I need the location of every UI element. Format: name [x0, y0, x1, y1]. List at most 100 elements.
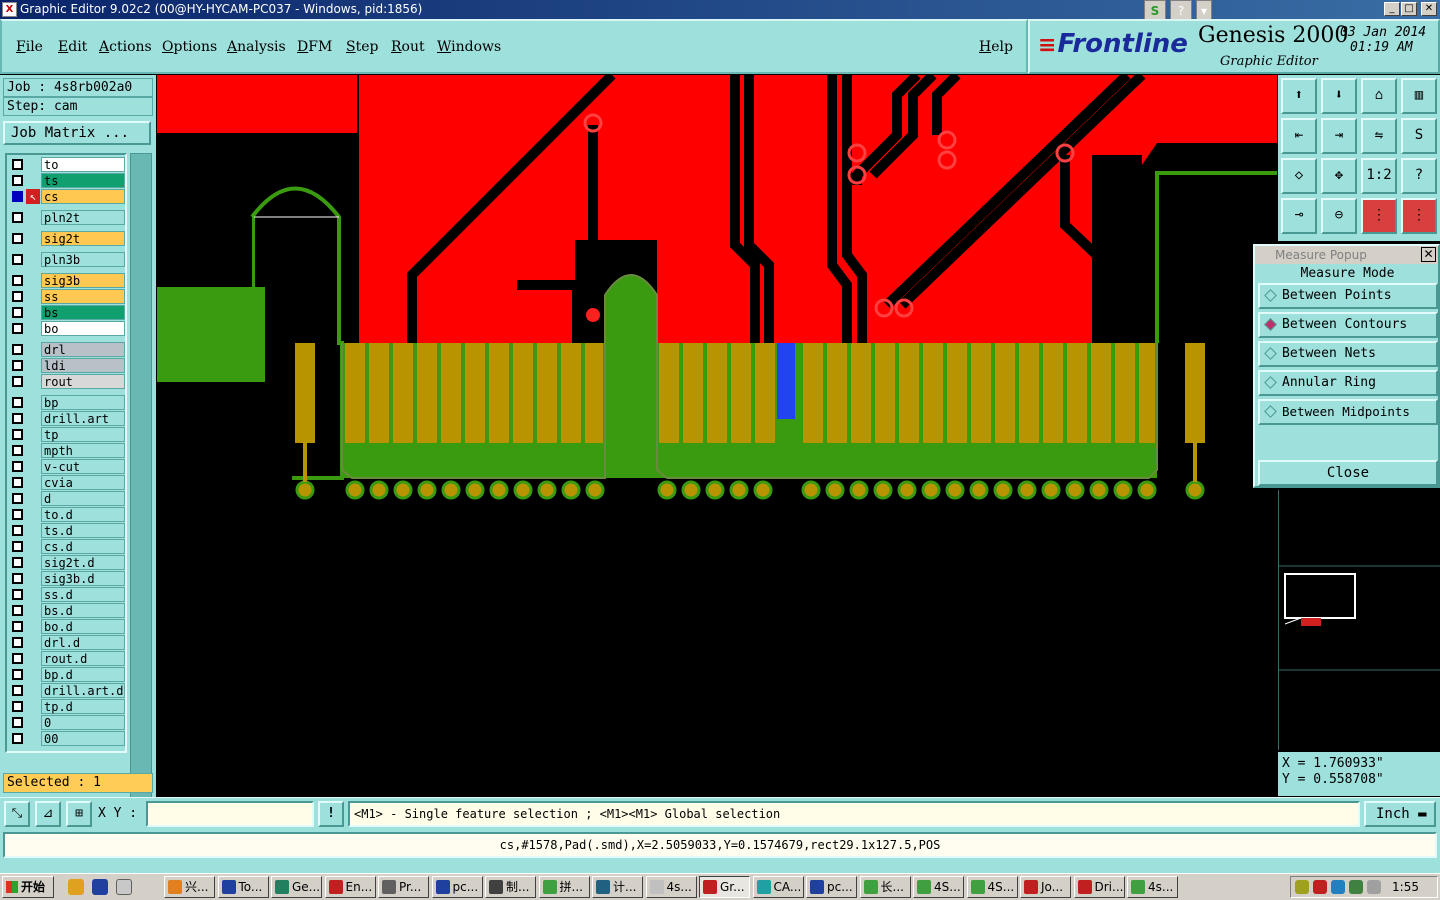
- layer-checkbox[interactable]: [12, 621, 23, 632]
- menu-windows[interactable]: Windows: [437, 39, 501, 55]
- layer-checkbox[interactable]: [12, 701, 23, 712]
- zoom-home-icon[interactable]: ⬆: [1281, 78, 1317, 114]
- layer-row[interactable]: mpth: [7, 443, 127, 458]
- layer-checkbox[interactable]: [12, 541, 23, 552]
- layer-checkbox[interactable]: [12, 397, 23, 408]
- layer-row[interactable]: ts: [7, 173, 127, 188]
- taskbar-app-button[interactable]: Pr...: [378, 876, 429, 898]
- taskbar-app-button[interactable]: 4S...: [966, 876, 1018, 898]
- close-window-button[interactable]: ✕: [1421, 2, 1437, 16]
- alert-button[interactable]: !: [318, 801, 344, 827]
- taskbar-app-button[interactable]: 长...: [859, 876, 911, 898]
- start-button[interactable]: 开始: [2, 876, 54, 898]
- layer-checkbox[interactable]: [12, 557, 23, 568]
- layer-checkbox[interactable]: [12, 573, 23, 584]
- center-icon[interactable]: ✥: [1321, 158, 1357, 194]
- taskbar-app-button[interactable]: Jo...: [1020, 876, 1071, 898]
- layer-row[interactable]: bs.d: [7, 603, 127, 618]
- overview-map[interactable]: [1278, 490, 1440, 750]
- mode-between-nets[interactable]: Between Nets: [1258, 341, 1438, 367]
- layer-row[interactable]: rout.d: [7, 651, 127, 666]
- layer-row[interactable]: pln3b: [7, 252, 127, 267]
- layer-checkbox[interactable]: [12, 733, 23, 744]
- quicklaunch-folder-icon[interactable]: [116, 879, 132, 895]
- tray-blue-icon[interactable]: [1331, 880, 1345, 894]
- layer-checkbox[interactable]: [12, 717, 23, 728]
- taskbar-app-button[interactable]: 4S...: [913, 876, 964, 898]
- fit-icon[interactable]: ◇: [1281, 158, 1317, 194]
- measure-tool-icon[interactable]: ⊸: [1281, 198, 1317, 234]
- layer-checkbox[interactable]: [12, 445, 23, 456]
- layer-row[interactable]: bo: [7, 321, 127, 336]
- layer-row[interactable]: bo.d: [7, 619, 127, 634]
- taskbar-app-button[interactable]: 制...: [485, 876, 536, 898]
- layer-row[interactable]: bs: [7, 305, 127, 320]
- menu-help[interactable]: Help: [979, 39, 1013, 55]
- layer-checkbox[interactable]: [12, 275, 23, 286]
- mode-between-midpoints[interactable]: Between Midpoints: [1258, 399, 1438, 425]
- layer-checkbox[interactable]: [12, 307, 23, 318]
- popup-close-icon[interactable]: ✕: [1421, 247, 1436, 262]
- help-query-icon[interactable]: ?: [1401, 158, 1437, 194]
- split-view-icon[interactable]: ▥: [1401, 78, 1437, 114]
- layer-row[interactable]: ↖ cs: [7, 189, 127, 204]
- layer-checkbox[interactable]: [12, 589, 23, 600]
- taskbar-app-button[interactable]: En...: [324, 876, 376, 898]
- layer-row[interactable]: d: [7, 491, 127, 506]
- grid-snap-icon[interactable]: ⊞: [66, 801, 92, 827]
- menu-options[interactable]: Options: [162, 39, 217, 55]
- menu-actions[interactable]: Actions: [99, 39, 152, 55]
- tray-gray-icon[interactable]: [1367, 880, 1381, 894]
- layer-row[interactable]: v-cut: [7, 459, 127, 474]
- taskbar-app-button[interactable]: 兴...: [164, 876, 215, 898]
- layer-row[interactable]: drill.art: [7, 411, 127, 426]
- layer-checkbox[interactable]: [12, 685, 23, 696]
- zoom-back-icon[interactable]: ⬇: [1321, 78, 1357, 114]
- pan-left-icon[interactable]: ⇤: [1281, 118, 1317, 154]
- layer-row[interactable]: to.d: [7, 507, 127, 522]
- layer-scrollbar[interactable]: [130, 153, 152, 843]
- tray-red-icon[interactable]: [1313, 880, 1327, 894]
- layer-checkbox[interactable]: [12, 344, 23, 355]
- probe-icon[interactable]: ⊖: [1321, 198, 1357, 234]
- layers-red-icon[interactable]: ⋮: [1361, 198, 1397, 234]
- layer-checkbox[interactable]: [12, 291, 23, 302]
- layer-checkbox[interactable]: [12, 669, 23, 680]
- layer-checkbox[interactable]: [12, 191, 23, 202]
- taskbar-app-button[interactable]: pc...: [431, 876, 483, 898]
- taskbar-app-button[interactable]: 计...: [592, 876, 643, 898]
- taskbar-app-button[interactable]: pc...: [806, 876, 857, 898]
- snap-icon[interactable]: S: [1401, 118, 1437, 154]
- layer-row[interactable]: 0: [7, 715, 127, 730]
- layer-row[interactable]: 00: [7, 731, 127, 746]
- taskbar-app-button[interactable]: 4s...: [645, 876, 697, 898]
- measure-close-button[interactable]: Close: [1258, 460, 1438, 486]
- job-matrix-button[interactable]: Job Matrix ...: [3, 121, 151, 145]
- layer-checkbox[interactable]: [12, 159, 23, 170]
- layer-row[interactable]: ss: [7, 289, 127, 304]
- layer-checkbox[interactable]: [12, 212, 23, 223]
- mode-between-points[interactable]: Between Points: [1258, 283, 1438, 309]
- layer-row[interactable]: rout: [7, 374, 127, 389]
- layer-checkbox[interactable]: [12, 477, 23, 488]
- layer-row[interactable]: pln2t: [7, 210, 127, 225]
- layer-checkbox[interactable]: [12, 175, 23, 186]
- zoom-area-icon[interactable]: ⤡: [4, 801, 30, 827]
- layer-checkbox[interactable]: [12, 429, 23, 440]
- layer-checkbox[interactable]: [12, 509, 23, 520]
- menu-step[interactable]: Step: [346, 39, 378, 55]
- menu-edit[interactable]: Edit: [58, 39, 87, 55]
- layer-row[interactable]: to: [7, 157, 127, 172]
- layer-checkbox[interactable]: [12, 637, 23, 648]
- layer-row[interactable]: cs.d: [7, 539, 127, 554]
- taskbar-app-button[interactable]: CA...: [752, 876, 804, 898]
- layer-row[interactable]: sig3b.d: [7, 571, 127, 586]
- menu-dfm[interactable]: DFM: [297, 39, 332, 55]
- home-icon[interactable]: ⌂: [1361, 78, 1397, 114]
- layer-checkbox[interactable]: [12, 323, 23, 334]
- scale-icon[interactable]: 1:2: [1361, 158, 1397, 194]
- layer-checkbox[interactable]: [12, 461, 23, 472]
- layer-row[interactable]: drl.d: [7, 635, 127, 650]
- mode-annular-ring[interactable]: Annular Ring: [1258, 370, 1438, 396]
- layer-row[interactable]: sig2t.d: [7, 555, 127, 570]
